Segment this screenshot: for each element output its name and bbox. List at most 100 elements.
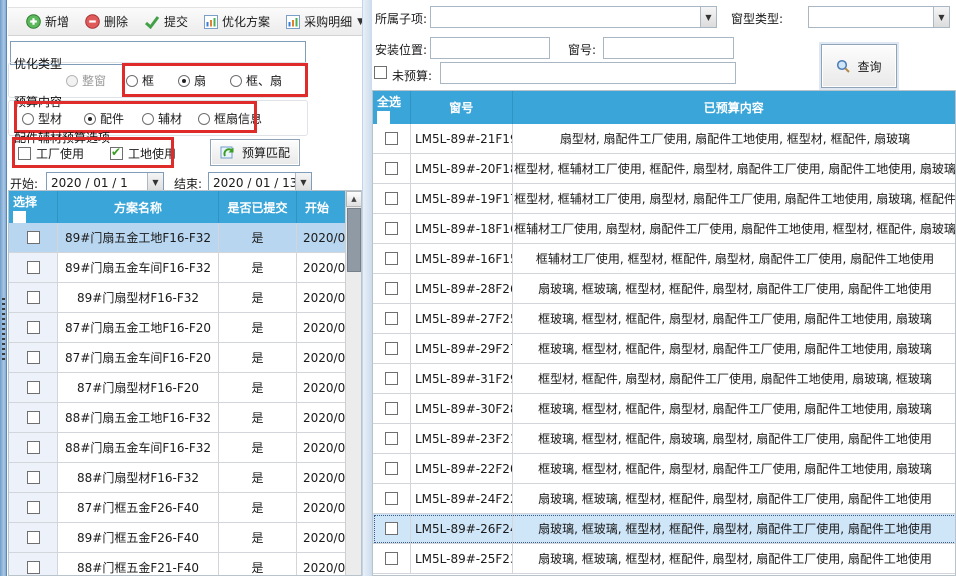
- row-select-cell[interactable]: [373, 304, 411, 333]
- row-select-cell[interactable]: [9, 283, 58, 312]
- budget-table-row[interactable]: LM5L-89#-26F24扇玻璃, 框玻璃, 框型材, 框配件, 扇型材, 扇…: [373, 514, 956, 544]
- row-checkbox[interactable]: [385, 222, 398, 235]
- row-select-cell[interactable]: [9, 343, 58, 372]
- row-select-cell[interactable]: [9, 433, 58, 462]
- no-budget-input[interactable]: [440, 62, 736, 84]
- row-checkbox[interactable]: [27, 321, 40, 334]
- row-checkbox[interactable]: [27, 231, 40, 244]
- row-select-cell[interactable]: [373, 514, 411, 543]
- scrollbar-thumb[interactable]: [347, 208, 361, 272]
- no-budget-checkbox[interactable]: [374, 66, 387, 79]
- budget-table-row[interactable]: LM5L-89#-18F16框辅材工厂使用, 扇型材, 扇配件工厂使用, 扇配件…: [373, 214, 956, 244]
- select-column-header[interactable]: 选择: [9, 191, 58, 223]
- row-select-cell[interactable]: [373, 274, 411, 303]
- row-select-cell[interactable]: [9, 373, 58, 402]
- row-checkbox[interactable]: [27, 351, 40, 364]
- row-select-cell[interactable]: [9, 523, 58, 552]
- row-select-cell[interactable]: [9, 313, 58, 342]
- budget-table-row[interactable]: LM5L-89#-30F28框玻璃, 框型材, 框配件, 扇型材, 扇配件工厂使…: [373, 394, 956, 424]
- budget-table-row[interactable]: LM5L-89#-16F15框辅材工厂使用, 框型材, 框配件, 扇型材, 扇配…: [373, 244, 956, 274]
- delete-button[interactable]: 删除: [79, 9, 134, 34]
- plan-table-row[interactable]: 89#门扇五金车间F16-F32是2020/0: [9, 253, 347, 283]
- plan-table-row[interactable]: 87#门扇型材F16-F20是2020/0: [9, 373, 347, 403]
- row-checkbox[interactable]: [385, 492, 398, 505]
- plan-table-row[interactable]: 89#门扇五金工地F16-F32是2020/0: [9, 223, 347, 253]
- budget-table-row[interactable]: LM5L-89#-25F23扇玻璃, 框玻璃, 框型材, 框配件, 扇型材, 扇…: [373, 544, 956, 574]
- row-checkbox[interactable]: [385, 282, 398, 295]
- purchase-detail-button[interactable]: 采购明细 ▼: [280, 9, 370, 34]
- plan-table-row[interactable]: 88#门扇型材F16-F32是2020/0: [9, 463, 347, 493]
- plan-table-row[interactable]: 89#门扇型材F16-F32是2020/0: [9, 283, 347, 313]
- row-select-cell[interactable]: [373, 364, 411, 393]
- checkbox-site-use[interactable]: 工地使用: [110, 145, 176, 162]
- window-type-caret-icon[interactable]: ▼: [933, 7, 949, 27]
- row-checkbox[interactable]: [27, 381, 40, 394]
- row-checkbox[interactable]: [27, 531, 40, 544]
- row-checkbox[interactable]: [385, 462, 398, 475]
- row-checkbox[interactable]: [385, 342, 398, 355]
- row-checkbox[interactable]: [385, 252, 398, 265]
- budget-match-button[interactable]: 预算匹配: [210, 139, 300, 166]
- budget-table-row[interactable]: LM5L-89#-22F20框玻璃, 框型材, 框配件, 扇型材, 扇配件工厂使…: [373, 454, 956, 484]
- budget-table-row[interactable]: LM5L-89#-20F18框型材, 框辅材工厂使用, 框配件, 扇型材, 扇配…: [373, 154, 956, 184]
- window-type-combobox[interactable]: ▼: [808, 6, 950, 28]
- scroll-up-icon[interactable]: ▲: [346, 191, 362, 207]
- row-select-cell[interactable]: [373, 154, 411, 183]
- plan-table-scrollbar[interactable]: ▲: [345, 191, 361, 576]
- checkbox-factory-use[interactable]: 工厂使用: [18, 145, 84, 162]
- budget-table-row[interactable]: LM5L-89#-23F21框玻璃, 框型材, 框配件, 扇玻璃, 扇型材, 扇…: [373, 424, 956, 454]
- budget-table-row[interactable]: LM5L-89#-24F22扇玻璃, 框玻璃, 框型材, 框配件, 扇型材, 扇…: [373, 484, 956, 514]
- row-select-cell[interactable]: [9, 553, 58, 576]
- row-checkbox[interactable]: [385, 432, 398, 445]
- row-select-cell[interactable]: [373, 394, 411, 423]
- row-checkbox[interactable]: [385, 372, 398, 385]
- optimize-plan-button[interactable]: 优化方案: [198, 9, 276, 34]
- row-checkbox[interactable]: [27, 261, 40, 274]
- radio-fitting[interactable]: 配件: [84, 110, 124, 127]
- row-checkbox[interactable]: [27, 561, 40, 574]
- plan-table-row[interactable]: 87#门扇五金工地F16-F20是2020/0: [9, 313, 347, 343]
- row-select-cell[interactable]: [373, 544, 411, 573]
- row-select-cell[interactable]: [373, 424, 411, 453]
- collapsed-panel-splitter[interactable]: [0, 0, 7, 576]
- plan-table-row[interactable]: 87#门扇五金车间F16-F20是2020/0: [9, 343, 347, 373]
- submit-button[interactable]: 提交: [138, 9, 194, 34]
- budget-table-row[interactable]: LM5L-89#-19F17框型材, 框辅材工厂使用, 扇型材, 扇配件工厂使用…: [373, 184, 956, 214]
- row-select-cell[interactable]: [373, 214, 411, 243]
- plan-name-column-header[interactable]: 方案名称: [58, 191, 219, 223]
- row-select-cell[interactable]: [9, 493, 58, 522]
- plan-table-row[interactable]: 88#门框五金F21-F40是2020/0: [9, 553, 347, 576]
- radio-frame-sash[interactable]: 框、扇: [230, 72, 282, 89]
- radio-frame[interactable]: 框: [126, 72, 154, 89]
- submitted-column-header[interactable]: 是否已提交: [219, 191, 297, 223]
- plan-table-row[interactable]: 88#门扇五金车间F16-F32是2020/0: [9, 433, 347, 463]
- sub-item-combobox[interactable]: ▼: [430, 6, 717, 28]
- row-checkbox[interactable]: [27, 411, 40, 424]
- panel-divider[interactable]: [362, 0, 372, 576]
- budget-table-row[interactable]: LM5L-89#-28F26扇玻璃, 框玻璃, 框型材, 框配件, 扇型材, 扇…: [373, 274, 956, 304]
- row-checkbox[interactable]: [385, 192, 398, 205]
- row-select-cell[interactable]: [373, 454, 411, 483]
- row-checkbox[interactable]: [27, 501, 40, 514]
- plan-table-row[interactable]: 89#门框五金F26-F40是2020/0: [9, 523, 347, 553]
- splitter-grip-icon[interactable]: [2, 298, 5, 360]
- radio-sash[interactable]: 扇: [178, 72, 206, 89]
- budget-content-column-header[interactable]: 已预算内容: [513, 91, 955, 124]
- radio-auxiliary[interactable]: 辅材: [142, 110, 182, 127]
- row-select-cell[interactable]: [9, 223, 58, 252]
- select-all-column-header[interactable]: 全选: [373, 91, 411, 124]
- row-select-cell[interactable]: [373, 484, 411, 513]
- row-checkbox[interactable]: [27, 441, 40, 454]
- radio-whole-window[interactable]: 整窗: [66, 72, 106, 89]
- row-select-cell[interactable]: [373, 184, 411, 213]
- row-select-cell[interactable]: [373, 124, 411, 153]
- radio-profile[interactable]: 型材: [22, 110, 62, 127]
- radio-frame-sash-info[interactable]: 框扇信息: [198, 110, 262, 127]
- row-select-cell[interactable]: [9, 463, 58, 492]
- row-checkbox[interactable]: [385, 162, 398, 175]
- budget-table-row[interactable]: LM5L-89#-31F29框型材, 框配件, 扇型材, 扇配件工厂使用, 扇配…: [373, 364, 956, 394]
- select-all-checkbox[interactable]: [377, 111, 390, 124]
- query-button[interactable]: 查询: [821, 44, 897, 88]
- install-pos-input[interactable]: [430, 37, 550, 59]
- window-no-column-header[interactable]: 窗号: [411, 91, 513, 124]
